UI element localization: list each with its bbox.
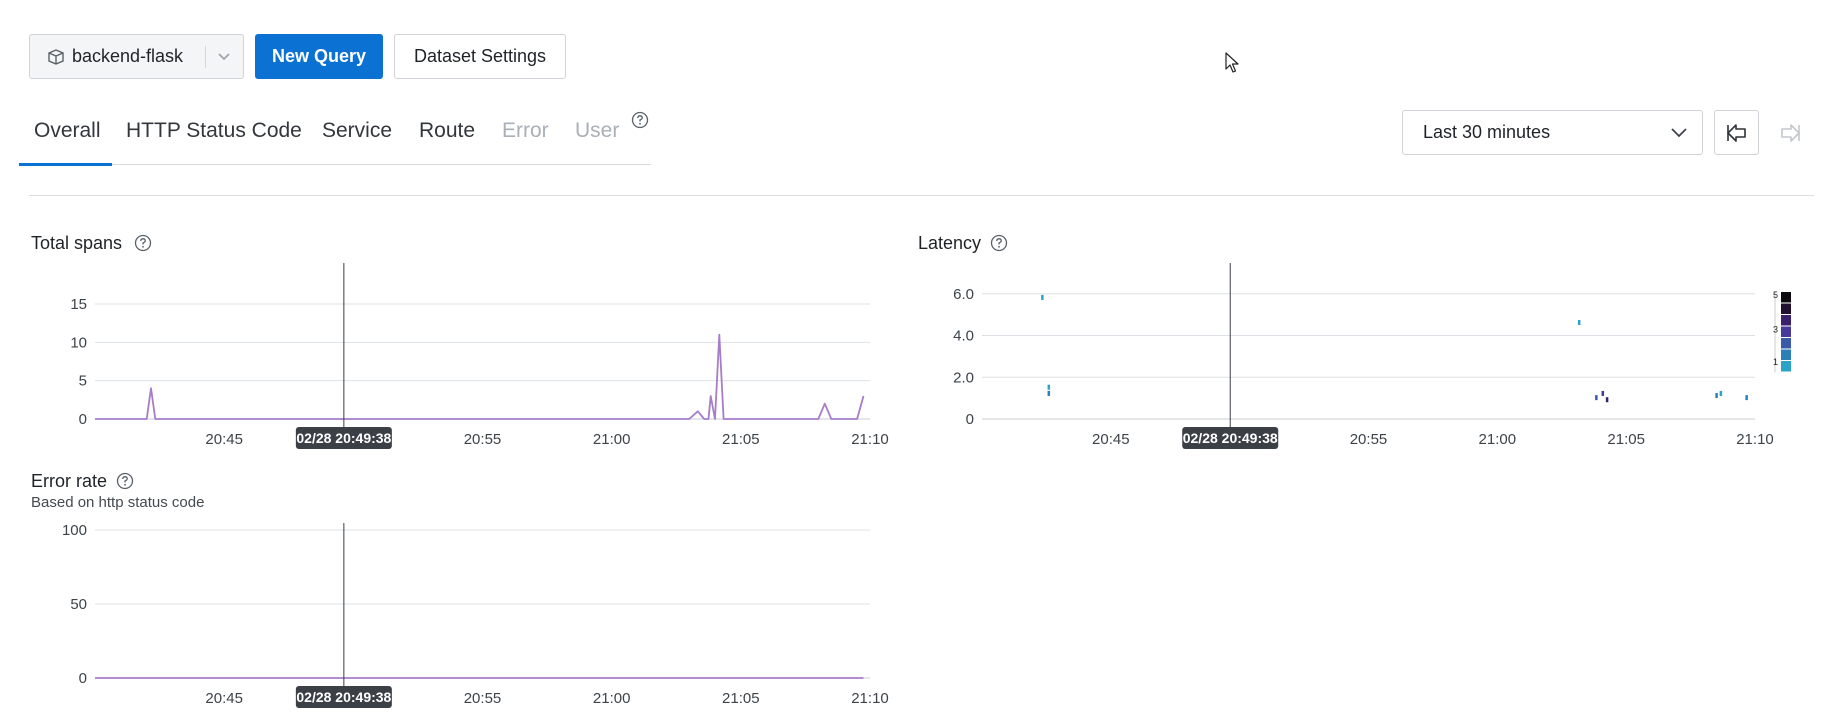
heatmap-cell [1577, 319, 1581, 325]
time-cursor-label: 02/28 20:49:38 [1183, 430, 1278, 446]
time-forward-button[interactable] [1775, 118, 1805, 148]
time-cursor-label: 02/28 20:49:38 [296, 430, 391, 446]
x-tick-label: 20:55 [464, 690, 502, 707]
y-tick-label: 100 [62, 522, 87, 539]
heatmap-cell [1047, 390, 1051, 396]
legend-label: 5 [1773, 290, 1778, 300]
legend-swatch [1781, 349, 1791, 360]
heatmap-cell [1601, 390, 1605, 396]
x-tick-label: 20:45 [205, 690, 243, 707]
total-spans-title: Total spans [31, 233, 123, 253]
y-tick-label: 5 [79, 373, 87, 390]
mouse-pointer-icon [1225, 52, 1239, 73]
dataset-icon [48, 48, 64, 65]
x-tick-label: 20:55 [1350, 431, 1388, 448]
tab-route[interactable]: Route [419, 119, 475, 143]
help-icon[interactable] [134, 234, 152, 252]
x-tick-label: 21:10 [1736, 431, 1774, 448]
tabs-baseline [19, 164, 651, 165]
y-tick-label: 10 [70, 334, 87, 351]
total-spans-chart[interactable]: 0 5 10 15 20:45 20:55 21:00 21:05 21:10 02/28 20:… [0, 255, 900, 455]
series-line [95, 333, 865, 420]
arrow-right-icon [1781, 124, 1800, 142]
time-range-select[interactable]: Last 30 minutes [1402, 110, 1703, 155]
error-rate-subtitle: Based on http status code [31, 494, 205, 511]
x-tick-label: 20:45 [1092, 431, 1130, 448]
section-divider [29, 195, 1814, 196]
heatmap-cell [1745, 395, 1748, 401]
latency-heatmap[interactable]: 0 2.0 4.0 6.0 20:45 20:55 21:00 21:05 21:10 02/28… [900, 255, 1826, 455]
heatmap-cell [1719, 390, 1723, 396]
error-rate-title: Error rate [31, 471, 108, 491]
y-tick-label: 50 [70, 596, 87, 613]
dataset-selector[interactable]: backend-flask [29, 34, 244, 79]
heatmap-cell [1605, 397, 1609, 403]
y-tick-label: 0 [79, 411, 87, 428]
tab-http-status-code[interactable]: HTTP Status Code [126, 119, 302, 143]
x-tick-label: 21:10 [851, 690, 889, 707]
legend-label: 1 [1773, 357, 1778, 367]
time-cursor-label: 02/28 20:49:38 [296, 689, 391, 705]
heatmap-cell [1041, 294, 1044, 300]
legend-swatch [1781, 361, 1791, 372]
active-tab-indicator [19, 163, 112, 166]
y-tick-label: 15 [70, 296, 87, 313]
chevron-down-icon[interactable] [214, 47, 234, 67]
x-tick-label: 21:05 [722, 431, 760, 448]
tab-error: Error [502, 119, 549, 142]
y-tick-label: 0 [966, 411, 974, 428]
legend-swatch [1781, 338, 1791, 349]
dataset-settings-button[interactable]: Dataset Settings [394, 34, 566, 79]
legend-swatch [1781, 326, 1791, 337]
error-rate-chart[interactable]: 0 50 100 20:45 20:55 21:00 21:05 21:10 02/28 20:… [0, 515, 900, 715]
dataset-name: backend-flask [72, 46, 184, 66]
x-tick-label: 20:45 [205, 431, 243, 448]
help-icon[interactable] [990, 234, 1008, 252]
x-tick-label: 21:00 [593, 690, 631, 707]
time-back-button[interactable] [1714, 110, 1759, 155]
heatmap-cell [1595, 395, 1598, 401]
y-tick-label: 4.0 [953, 328, 974, 345]
chevron-down-icon [1671, 128, 1687, 138]
latency-title: Latency [918, 233, 982, 253]
arrow-left-icon [1726, 123, 1746, 142]
y-tick-label: 2.0 [953, 369, 974, 386]
x-tick-label: 21:00 [1479, 431, 1517, 448]
x-tick-label: 21:05 [722, 690, 760, 707]
legend-swatch [1781, 315, 1791, 326]
tab-user: User [575, 119, 620, 142]
time-range-value: Last 30 minutes [1423, 122, 1551, 142]
tab-overall[interactable]: Overall [34, 119, 101, 143]
help-icon[interactable] [631, 111, 649, 129]
x-tick-label: 21:00 [593, 431, 631, 448]
help-icon[interactable] [116, 472, 134, 490]
y-tick-label: 6.0 [953, 286, 974, 303]
dataset-divider [205, 46, 206, 68]
legend-swatch [1781, 303, 1791, 314]
new-query-button[interactable]: New Query [255, 34, 383, 79]
legend-label: 3 [1773, 325, 1778, 335]
y-tick-label: 0 [79, 670, 87, 687]
heatmap-cell [1047, 384, 1051, 390]
legend-swatch [1781, 292, 1791, 303]
x-tick-label: 20:55 [464, 431, 502, 448]
x-tick-label: 21:05 [1607, 431, 1645, 448]
heatmap-cell [1715, 393, 1718, 399]
x-tick-label: 21:10 [851, 431, 889, 448]
tab-service[interactable]: Service [322, 119, 392, 143]
